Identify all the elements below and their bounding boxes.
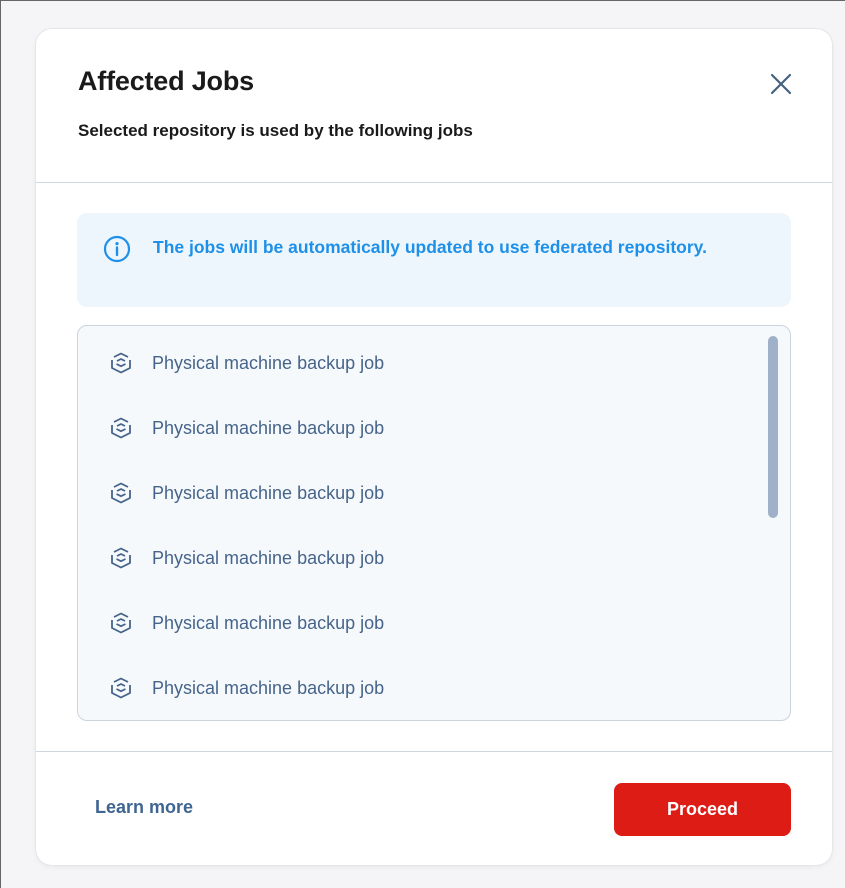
backup-job-icon [111,352,131,374]
list-item: Physical machine backup job [110,608,384,638]
backup-job-icon [111,547,131,569]
close-icon [770,73,792,95]
proceed-button[interactable]: Proceed [614,783,791,836]
backup-job-icon [111,612,131,634]
list-item: Physical machine backup job [110,413,384,443]
backup-job-icon [111,677,131,699]
dialog-footer: Learn more Proceed [36,751,832,866]
job-label: Physical machine backup job [152,677,385,698]
info-message: The jobs will be automatically updated t… [153,237,707,257]
job-label: Physical machine backup job [152,482,385,503]
list-item: Physical machine backup job [110,543,384,573]
info-icon [103,235,131,263]
backup-job-icon [111,482,131,504]
affected-jobs-list[interactable]: Physical machine backup job Physical mac… [77,325,791,721]
list-item: Physical machine backup job [110,478,384,508]
backup-job-icon [111,417,131,439]
info-banner: The jobs will be automatically updated t… [77,213,791,307]
job-label: Physical machine backup job [152,547,385,568]
list-item: Physical machine backup job [110,348,384,378]
job-label: Physical machine backup job [152,417,385,438]
dialog-subtitle: Selected repository is used by the follo… [78,121,473,140]
window-frame: Affected Jobs Selected repository is use… [0,0,845,888]
list-scrollbar[interactable] [768,336,778,518]
close-button[interactable] [767,70,795,98]
dialog-title: Affected Jobs [78,66,254,96]
list-item: Physical machine backup job [110,673,384,703]
dialog-header: Affected Jobs Selected repository is use… [36,29,832,183]
job-label: Physical machine backup job [152,612,385,633]
job-label: Physical machine backup job [152,352,385,373]
affected-jobs-dialog: Affected Jobs Selected repository is use… [36,29,832,865]
learn-more-link[interactable]: Learn more [95,797,193,818]
